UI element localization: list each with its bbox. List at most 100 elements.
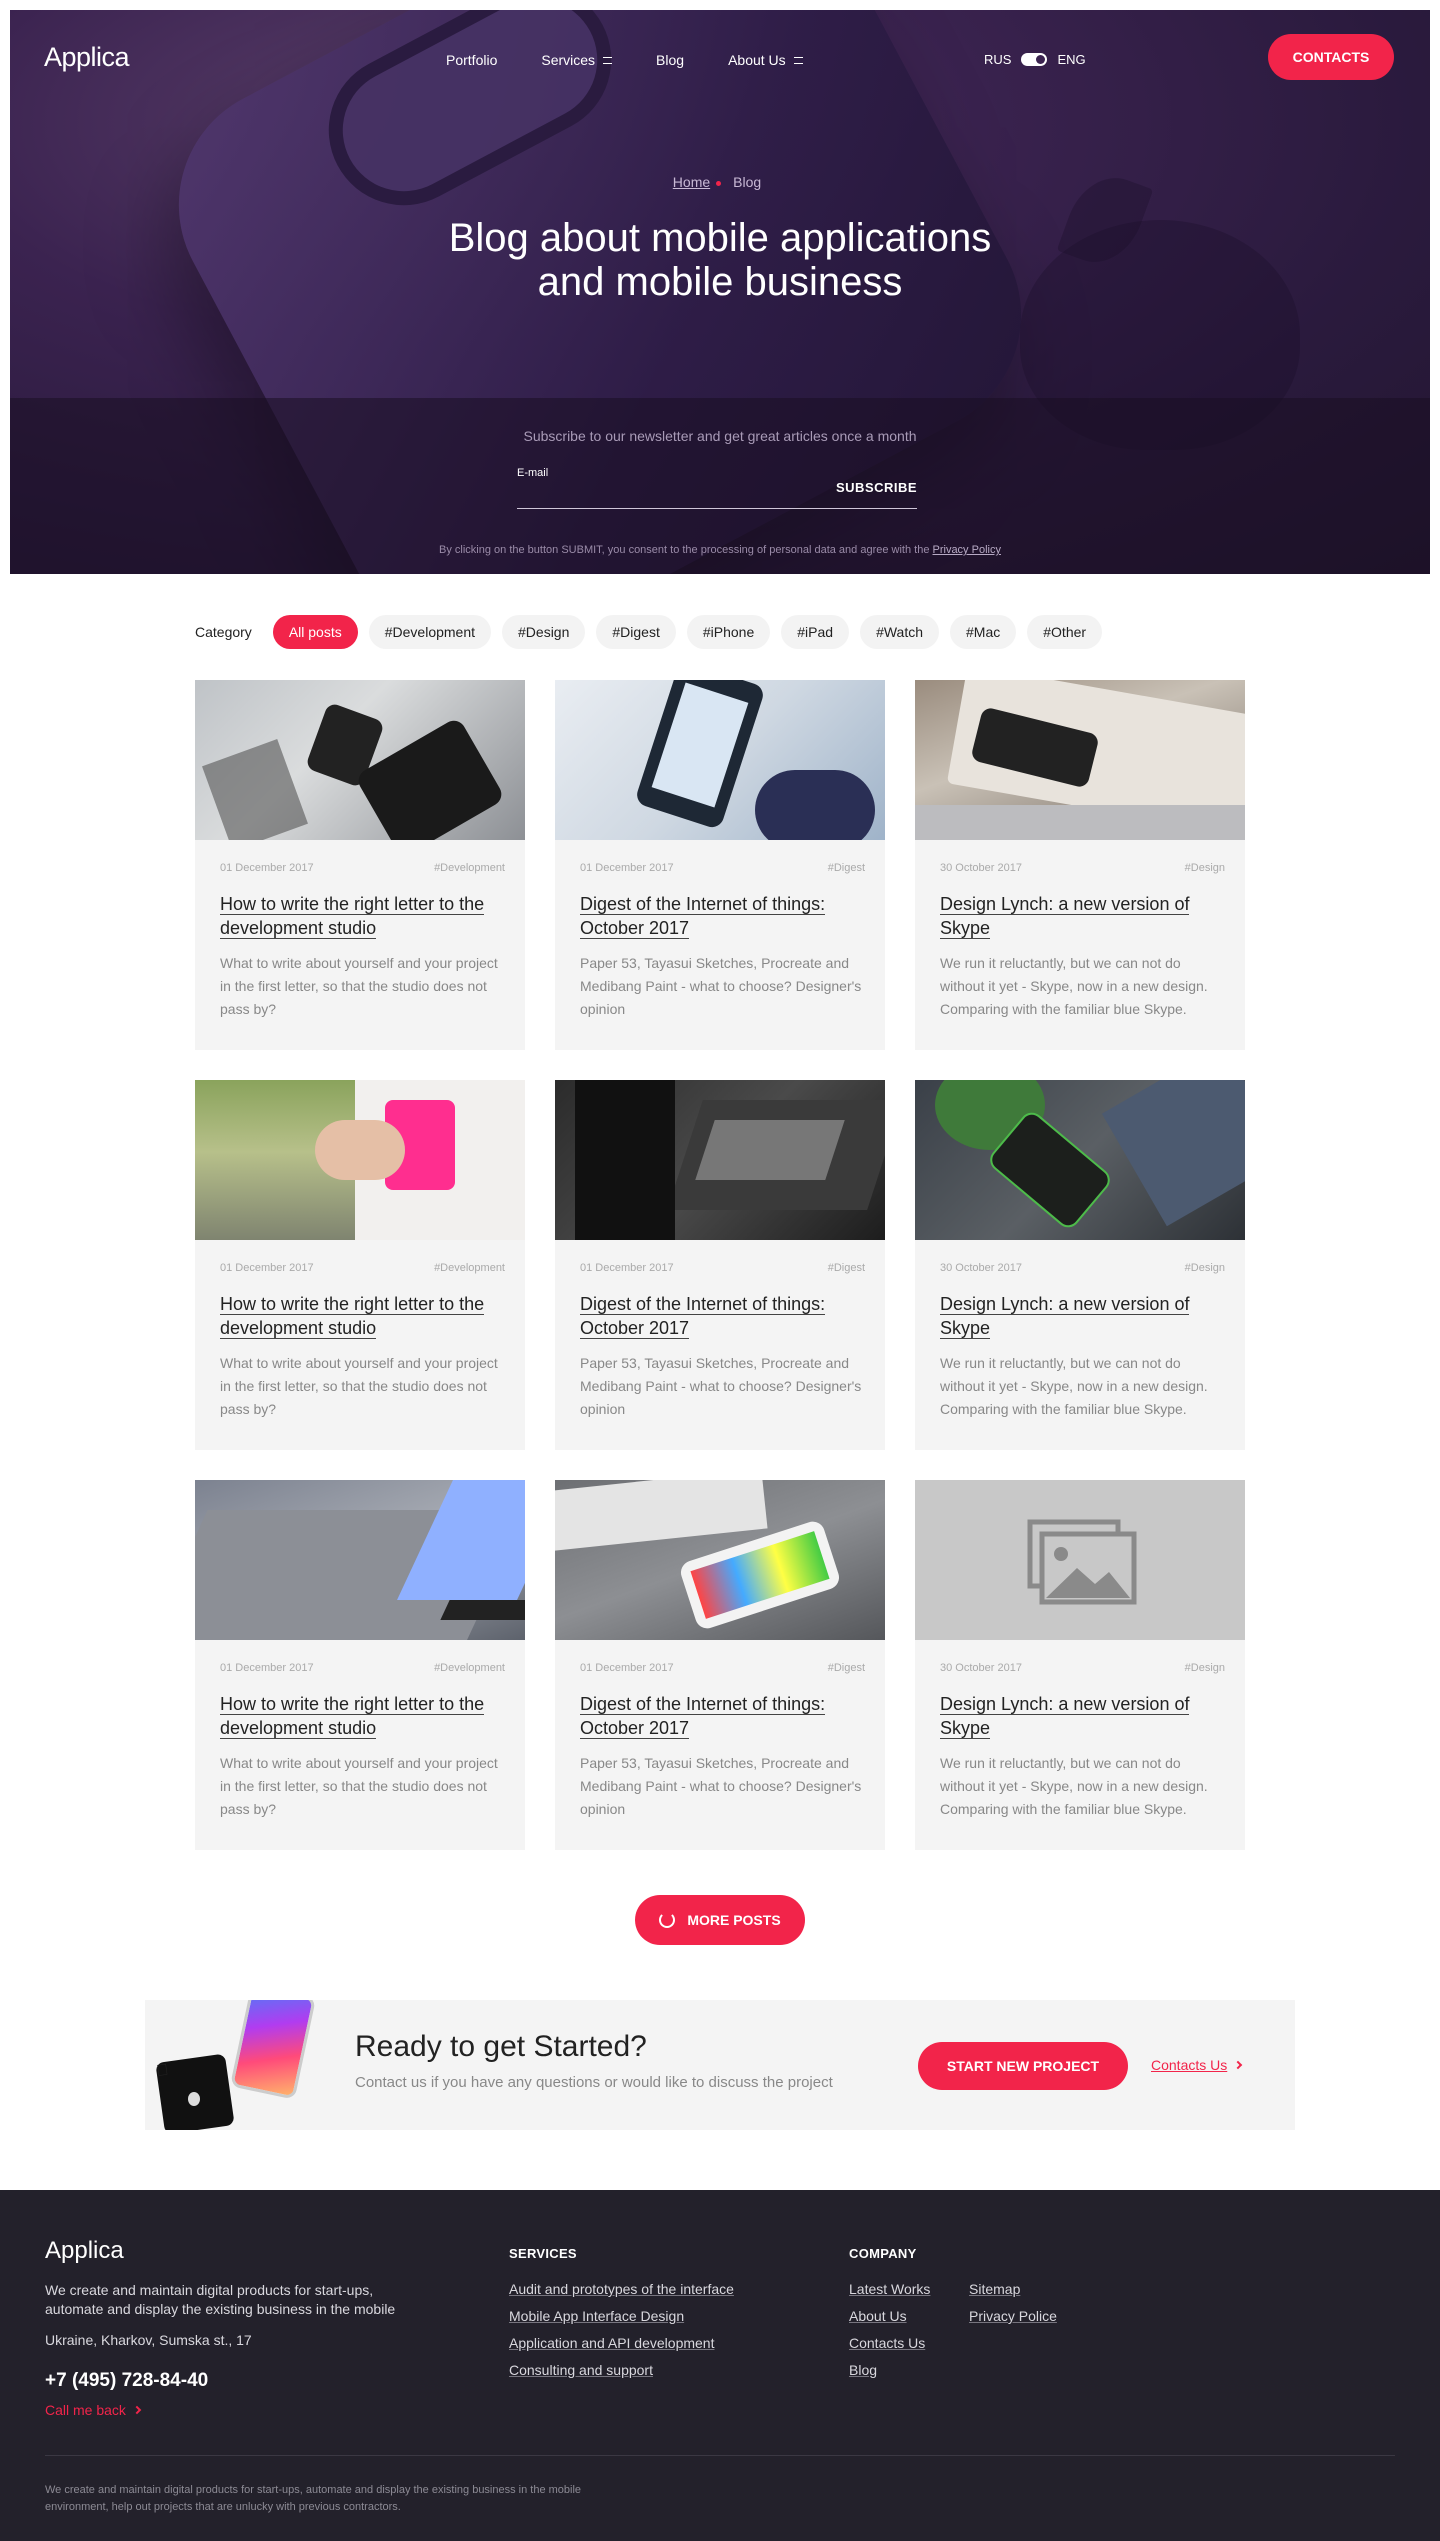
phone-image-color bbox=[229, 2000, 317, 2100]
post-card[interactable]: 01 December 2017 #Digest Digest of the In… bbox=[555, 680, 885, 1050]
post-title[interactable]: Digest of the Internet of things: Octobe… bbox=[580, 894, 826, 939]
lang-rus[interactable]: RUS bbox=[984, 52, 1011, 67]
post-thumbnail[interactable] bbox=[195, 1080, 525, 1240]
more-posts-button[interactable]: MORE POSTS bbox=[635, 1895, 805, 1945]
post-title[interactable]: How to write the right letter to the dev… bbox=[220, 1694, 485, 1739]
post-card[interactable]: 30 October 2017 #Design Design Lynch: a n… bbox=[915, 1080, 1245, 1450]
post-thumbnail[interactable] bbox=[915, 1480, 1245, 1640]
consent-body: By clicking on the button SUBMIT, you co… bbox=[439, 544, 930, 556]
post-card[interactable]: 01 December 2017 #Development How to writ… bbox=[195, 1480, 525, 1850]
post-card[interactable]: 30 October 2017 #Design Design Lynch: a n… bbox=[915, 680, 1245, 1050]
post-thumbnail[interactable] bbox=[915, 680, 1245, 840]
category-other[interactable]: #Other bbox=[1027, 615, 1103, 649]
post-date: 01 December 2017 bbox=[220, 1662, 314, 1674]
logo[interactable]: Applica bbox=[44, 42, 130, 73]
page-title: Blog about mobile applications and mobil… bbox=[10, 216, 1430, 304]
post-tag[interactable]: #Digest bbox=[828, 1262, 865, 1274]
contacts-us-link[interactable]: Contacts Us bbox=[1151, 2057, 1243, 2073]
post-excerpt: Paper 53, Tayasui Sketches, Procreate an… bbox=[580, 955, 862, 1017]
footer-link-privacy[interactable]: Privacy Police bbox=[969, 2307, 1057, 2326]
nav-services-label: Services bbox=[541, 52, 596, 68]
post-card[interactable]: 30 October 2017 #Design Design Lynch: a n… bbox=[915, 1480, 1245, 1850]
nav-services[interactable]: Services bbox=[541, 52, 613, 68]
footer-address: Ukraine, Kharkov, Sumska st., 17 bbox=[45, 2332, 252, 2348]
category-watch[interactable]: #Watch bbox=[860, 615, 940, 649]
contacts-us-label: Contacts Us bbox=[1151, 2057, 1228, 2073]
breadcrumb-home[interactable]: Home bbox=[673, 174, 710, 190]
subscribe-button[interactable]: SUBSCRIBE bbox=[836, 480, 917, 495]
footer-link-sitemap[interactable]: Sitemap bbox=[969, 2280, 1057, 2299]
category-iphone[interactable]: #iPhone bbox=[686, 615, 771, 649]
language-toggle[interactable] bbox=[1021, 53, 1048, 66]
post-title[interactable]: Design Lynch: a new version of Skype bbox=[940, 1294, 1190, 1339]
breadcrumb-current: Blog bbox=[733, 174, 762, 190]
page-title-line1: Blog about mobile applications bbox=[448, 216, 992, 260]
post-tag[interactable]: #Development bbox=[434, 1262, 505, 1274]
post-thumbnail[interactable] bbox=[555, 1080, 885, 1240]
breadcrumb: Home Blog bbox=[10, 174, 1430, 190]
footer-link-blog[interactable]: Blog bbox=[849, 2361, 930, 2380]
post-excerpt: We run it reluctantly, but we can not do… bbox=[940, 1755, 1208, 1817]
footer-link-latest-works[interactable]: Latest Works bbox=[849, 2280, 930, 2299]
nav-portfolio[interactable]: Portfolio bbox=[446, 52, 497, 68]
footer: Applica We create and maintain digital p… bbox=[0, 2190, 1440, 2541]
footer-link-audit[interactable]: Audit and prototypes of the interface bbox=[509, 2280, 734, 2299]
footer-link-about-us[interactable]: About Us bbox=[849, 2307, 930, 2326]
footer-phone[interactable]: +7 (495) 728-84-40 bbox=[45, 2370, 208, 2392]
privacy-policy-link[interactable]: Privacy Policy bbox=[933, 544, 1001, 556]
post-thumbnail[interactable] bbox=[195, 1480, 525, 1640]
post-title[interactable]: Digest of the Internet of things: Octobe… bbox=[580, 1694, 826, 1739]
post-title[interactable]: How to write the right letter to the dev… bbox=[220, 894, 485, 939]
menu-icon bbox=[603, 56, 613, 64]
post-card[interactable]: 01 December 2017 #Development How to writ… bbox=[195, 1080, 525, 1450]
category-digest[interactable]: #Digest bbox=[596, 615, 676, 649]
post-thumbnail[interactable] bbox=[555, 680, 885, 840]
footer-link-design[interactable]: Mobile App Interface Design bbox=[509, 2307, 734, 2326]
post-tag[interactable]: #Design bbox=[1185, 1262, 1225, 1274]
menu-icon bbox=[793, 56, 803, 64]
start-new-project-button[interactable]: START NEW PROJECT bbox=[918, 2042, 1128, 2090]
post-card[interactable]: 01 December 2017 #Digest Digest of the In… bbox=[555, 1480, 885, 1850]
nav-blog-label: Blog bbox=[656, 52, 685, 68]
post-tag[interactable]: #Development bbox=[434, 1662, 505, 1674]
language-switcher: RUS ENG bbox=[984, 52, 1086, 67]
post-title[interactable]: Digest of the Internet of things: Octobe… bbox=[580, 1294, 826, 1339]
footer-link-contacts-us[interactable]: Contacts Us bbox=[849, 2334, 930, 2353]
refresh-icon bbox=[659, 1912, 676, 1928]
call-me-back-link[interactable]: Call me back bbox=[45, 2402, 142, 2418]
lang-eng[interactable]: ENG bbox=[1057, 52, 1085, 67]
post-title[interactable]: Design Lynch: a new version of Skype bbox=[940, 894, 1190, 939]
post-title[interactable]: How to write the right letter to the dev… bbox=[220, 1294, 485, 1339]
contacts-button[interactable]: CONTACTS bbox=[1268, 34, 1394, 80]
post-excerpt: What to write about yourself and your pr… bbox=[220, 1755, 498, 1817]
post-tag[interactable]: #Development bbox=[434, 862, 505, 874]
post-thumbnail[interactable] bbox=[555, 1480, 885, 1640]
post-thumbnail[interactable] bbox=[195, 680, 525, 840]
nav-links: Portfolio Services Blog About Us bbox=[446, 52, 847, 68]
post-card[interactable]: 01 December 2017 #Digest Digest of the In… bbox=[555, 1080, 885, 1450]
post-tag[interactable]: #Digest bbox=[828, 1662, 865, 1674]
post-title[interactable]: Design Lynch: a new version of Skype bbox=[940, 1694, 1190, 1739]
cta-text: Contact us if you have any questions or … bbox=[355, 2074, 833, 2091]
category-ipad[interactable]: #iPad bbox=[781, 615, 850, 649]
post-tag[interactable]: #Design bbox=[1185, 862, 1225, 874]
breadcrumb-separator bbox=[716, 180, 722, 186]
nav-blog[interactable]: Blog bbox=[656, 52, 684, 68]
category-mac[interactable]: #Mac bbox=[950, 615, 1017, 649]
hero-section: Applica Portfolio Services Blog About Us… bbox=[10, 10, 1430, 574]
footer-description: We create and maintain digital products … bbox=[45, 2282, 396, 2317]
footer-logo[interactable]: Applica bbox=[45, 2237, 124, 2265]
email-field[interactable] bbox=[517, 508, 917, 509]
category-development[interactable]: #Development bbox=[368, 615, 492, 649]
footer-link-development[interactable]: Application and API development bbox=[509, 2334, 734, 2353]
category-all-posts[interactable]: All posts bbox=[272, 615, 358, 649]
footer-link-consulting[interactable]: Consulting and support bbox=[509, 2361, 734, 2380]
category-design[interactable]: #Design bbox=[502, 615, 586, 649]
nav-about-us[interactable]: About Us bbox=[728, 52, 803, 68]
post-card[interactable]: 01 December 2017 #Development How to writ… bbox=[195, 680, 525, 1050]
post-thumbnail[interactable] bbox=[915, 1080, 1245, 1240]
post-tag[interactable]: #Design bbox=[1185, 1662, 1225, 1674]
post-tag[interactable]: #Digest bbox=[828, 862, 865, 874]
more-posts-label: MORE POSTS bbox=[687, 1912, 781, 1928]
footer-services-list: Audit and prototypes of the interface Mo… bbox=[509, 2280, 734, 2380]
